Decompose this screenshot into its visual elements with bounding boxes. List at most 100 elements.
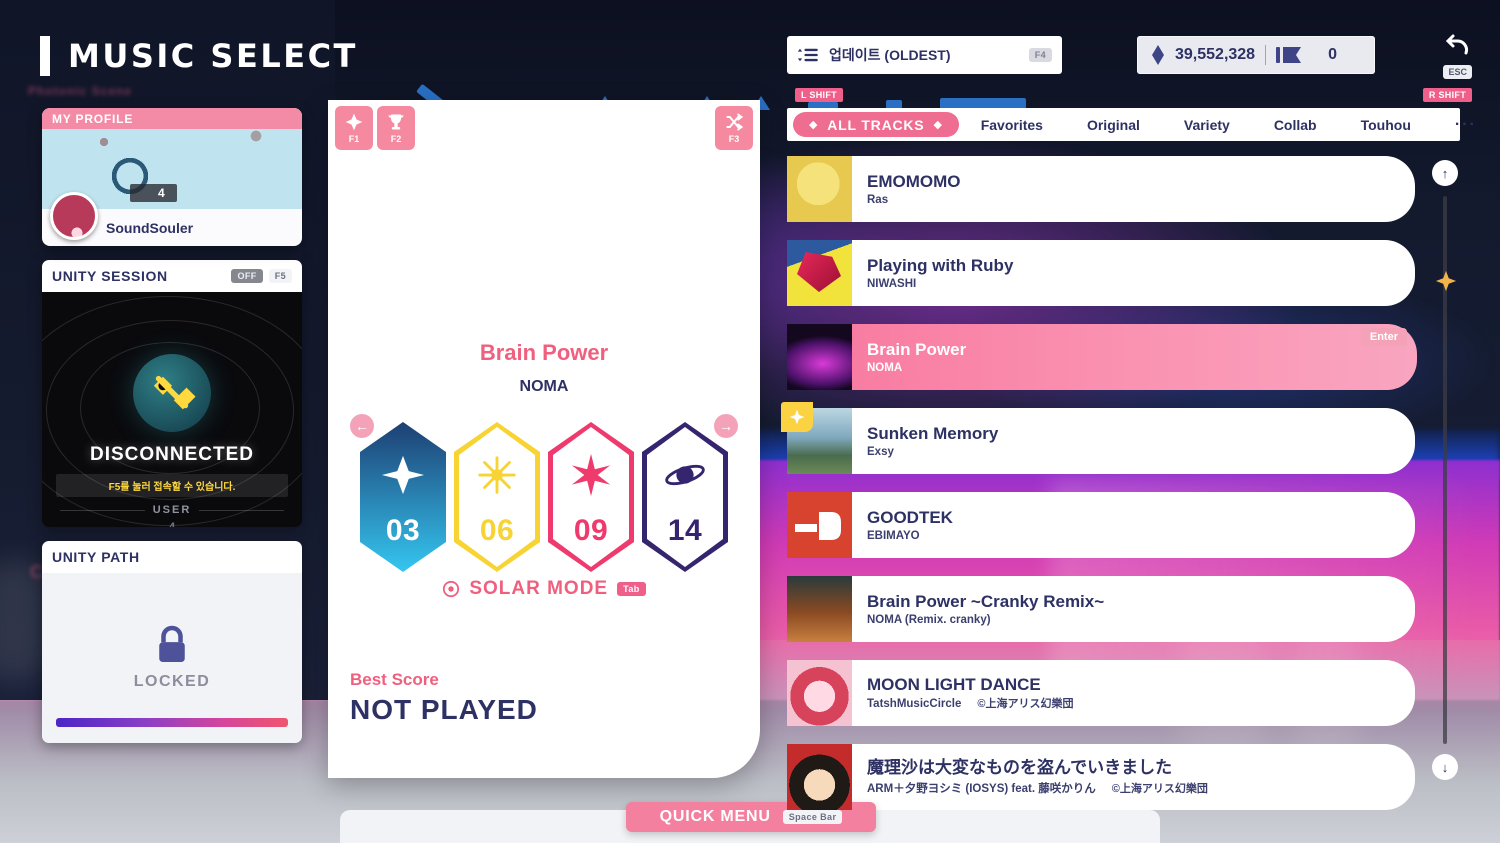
song-thumbnail [787,660,852,726]
best-score-block: Best Score NOT PLAYED [350,670,538,726]
difficulty-chip-easy[interactable]: 03 [360,422,446,572]
satellite-off-icon [153,375,196,410]
song-copyright: ©上海アリス幻樂団 [977,697,1074,710]
tab-original[interactable]: Original [1065,112,1162,137]
song-title: EMOMOMO [867,171,961,191]
song-artist: NOMA [519,378,569,395]
unity-session-user-count: 4 [168,520,176,527]
right-shift-hint[interactable]: R SHIFT [1422,88,1472,102]
list-item-selected[interactable]: Enter Brain Power NOMA [787,318,1427,400]
unity-session-user-label: USER [152,504,192,516]
song-title: Sunken Memory [867,423,999,443]
song-row-body[interactable]: Playing with Ruby NIWASHI [807,240,1415,306]
song-artist: NOMA (Remix. cranky) [867,614,991,627]
shortcut-tab-f3[interactable]: F3 [715,106,753,150]
list-item[interactable]: Sunken Memory Exsy [781,402,1427,484]
tab-more-options[interactable]: ··· [1433,112,1500,137]
difficulty-chip-expert[interactable]: 14 [642,422,728,572]
difficulty-chip-normal[interactable]: 06 [454,422,540,572]
tab-collab[interactable]: Collab [1252,112,1339,137]
unity-path-panel: UNITY PATH LOCKED [42,541,302,743]
background-faint-text-top: Photonic Scene [28,84,133,98]
song-row-body[interactable]: 魔理沙は大変なものを盗んでいきました ARM＋夕野ヨシミ (IOSYS) fea… [807,744,1415,810]
tab-favorites[interactable]: Favorites [959,112,1065,137]
tab-variety[interactable]: Variety [1162,112,1252,137]
song-title: Playing with Ruby [867,255,1014,275]
list-item[interactable]: GOODTEK EBIMAYO [787,486,1427,568]
unity-session-toggle[interactable]: OFF [231,269,263,283]
song-row-body[interactable]: EMOMOMO Ras [807,156,1415,222]
shortcut-tab-f1-key: F1 [348,134,360,144]
song-row-body[interactable]: Brain Power ~Cranky Remix~ NOMA (Remix. … [807,576,1415,642]
song-artist: TatshMusicCircle [867,697,962,710]
song-title: Brain Power [479,340,609,365]
shortcut-tab-f2[interactable]: F2 [377,106,415,150]
song-copyright: ©上海アリス幻樂団 [1111,783,1208,796]
list-item[interactable]: EMOMOMO Ras [787,150,1427,232]
left-shift-hint[interactable]: L SHIFT [795,88,843,102]
unity-path-header: UNITY PATH [42,541,302,573]
avatar[interactable] [50,192,98,240]
difficulty-level-normal: 06 [479,514,515,547]
tab-touhou[interactable]: Touhou [1339,112,1433,137]
list-scrollbar[interactable]: ↑ ↓ [1432,160,1458,780]
song-row-body[interactable]: Sunken Memory Exsy [807,408,1415,474]
sort-hotkey[interactable]: F4 [1028,48,1052,62]
song-title: Brain Power ~Cranky Remix~ [867,591,1105,611]
unity-session-status: DISCONNECTED [89,444,254,465]
unity-session-title: UNITY SESSION [52,268,168,284]
song-title: Brain Power [867,339,967,359]
list-item[interactable]: 魔理沙は大変なものを盗んでいきました ARM＋夕野ヨシミ (IOSYS) fea… [787,738,1427,820]
tab-all-tracks[interactable]: ◆ ALL TRACKS ◆ [793,112,959,137]
title-accent-bar [40,36,50,76]
favorite-badge[interactable] [781,402,813,432]
enter-key-badge[interactable]: Enter [1360,328,1407,346]
scroll-down-button[interactable]: ↓ [1432,754,1458,780]
play-mode-hotkey[interactable]: Tab [617,582,646,596]
ticket-icon [1276,47,1302,63]
unity-session-hotkey[interactable]: F5 [268,269,292,283]
song-artist: NIWASHI [867,278,917,291]
shuffle-icon [726,113,744,131]
unity-path-title: UNITY PATH [52,549,140,565]
song-artist: Ras [867,194,889,207]
sort-dropdown[interactable]: 업데이트 (OLDEST) F4 [787,36,1062,74]
song-artist: ARM＋夕野ヨシミ (IOSYS) feat. 藤咲かりん [867,783,1096,796]
unity-session-panel: UNITY SESSION OFF F5 DISCONNECTED F5를 눌러… [42,260,302,527]
shortcut-tab-f1[interactable]: F1 [335,106,373,150]
song-row-body[interactable]: MOON LIGHT DANCE TatshMusicCircle ©上海アリス… [807,660,1415,726]
trophy-icon [388,114,404,130]
burst-icon [571,453,611,497]
song-title: GOODTEK [867,507,953,527]
sort-label: 업데이트 (OLDEST) [829,47,951,63]
quick-menu-label: QUICK MENU [659,808,771,825]
lock-icon [159,625,185,662]
shortcut-tab-f3-key: F3 [728,134,740,144]
diamond-thumb-icon[interactable] [1435,270,1457,292]
song-thumbnail [787,156,852,222]
difficulty-selector: ← → 03 06 09 14 [328,412,760,582]
scroll-up-button[interactable]: ↑ [1432,160,1458,186]
sun-icon [478,456,516,494]
difficulty-level-easy: 03 [385,514,421,547]
list-item[interactable]: MOON LIGHT DANCE TatshMusicCircle ©上海アリス… [787,654,1427,736]
back-hotkey: ESC [1443,65,1472,79]
song-thumbnail [787,324,852,390]
list-item[interactable]: Playing with Ruby NIWASHI [787,234,1427,316]
diamond-icon [345,113,363,131]
sparkle-icon [789,409,805,425]
song-title: MOON LIGHT DANCE [867,675,1041,695]
shortcut-tab-f2-key: F2 [390,134,402,144]
song-row-body[interactable]: Enter Brain Power NOMA [807,324,1417,390]
unity-session-body: DISCONNECTED F5를 눌러 접속할 수 있습니다. USER 4 [42,292,302,527]
back-button[interactable]: ESC [1443,32,1472,79]
star-icon [381,455,425,495]
unity-path-body: LOCKED [42,573,302,743]
solar-mode-icon [443,580,460,598]
list-item[interactable]: Brain Power ~Cranky Remix~ NOMA (Remix. … [787,570,1427,652]
unity-session-header: UNITY SESSION OFF F5 [42,260,302,292]
song-row-body[interactable]: GOODTEK EBIMAYO [807,492,1415,558]
difficulty-chip-hard[interactable]: 09 [548,422,634,572]
profile-card[interactable]: MY PROFILE 4 SoundSouler [42,108,302,246]
ticket-count: 0 [1328,46,1337,63]
